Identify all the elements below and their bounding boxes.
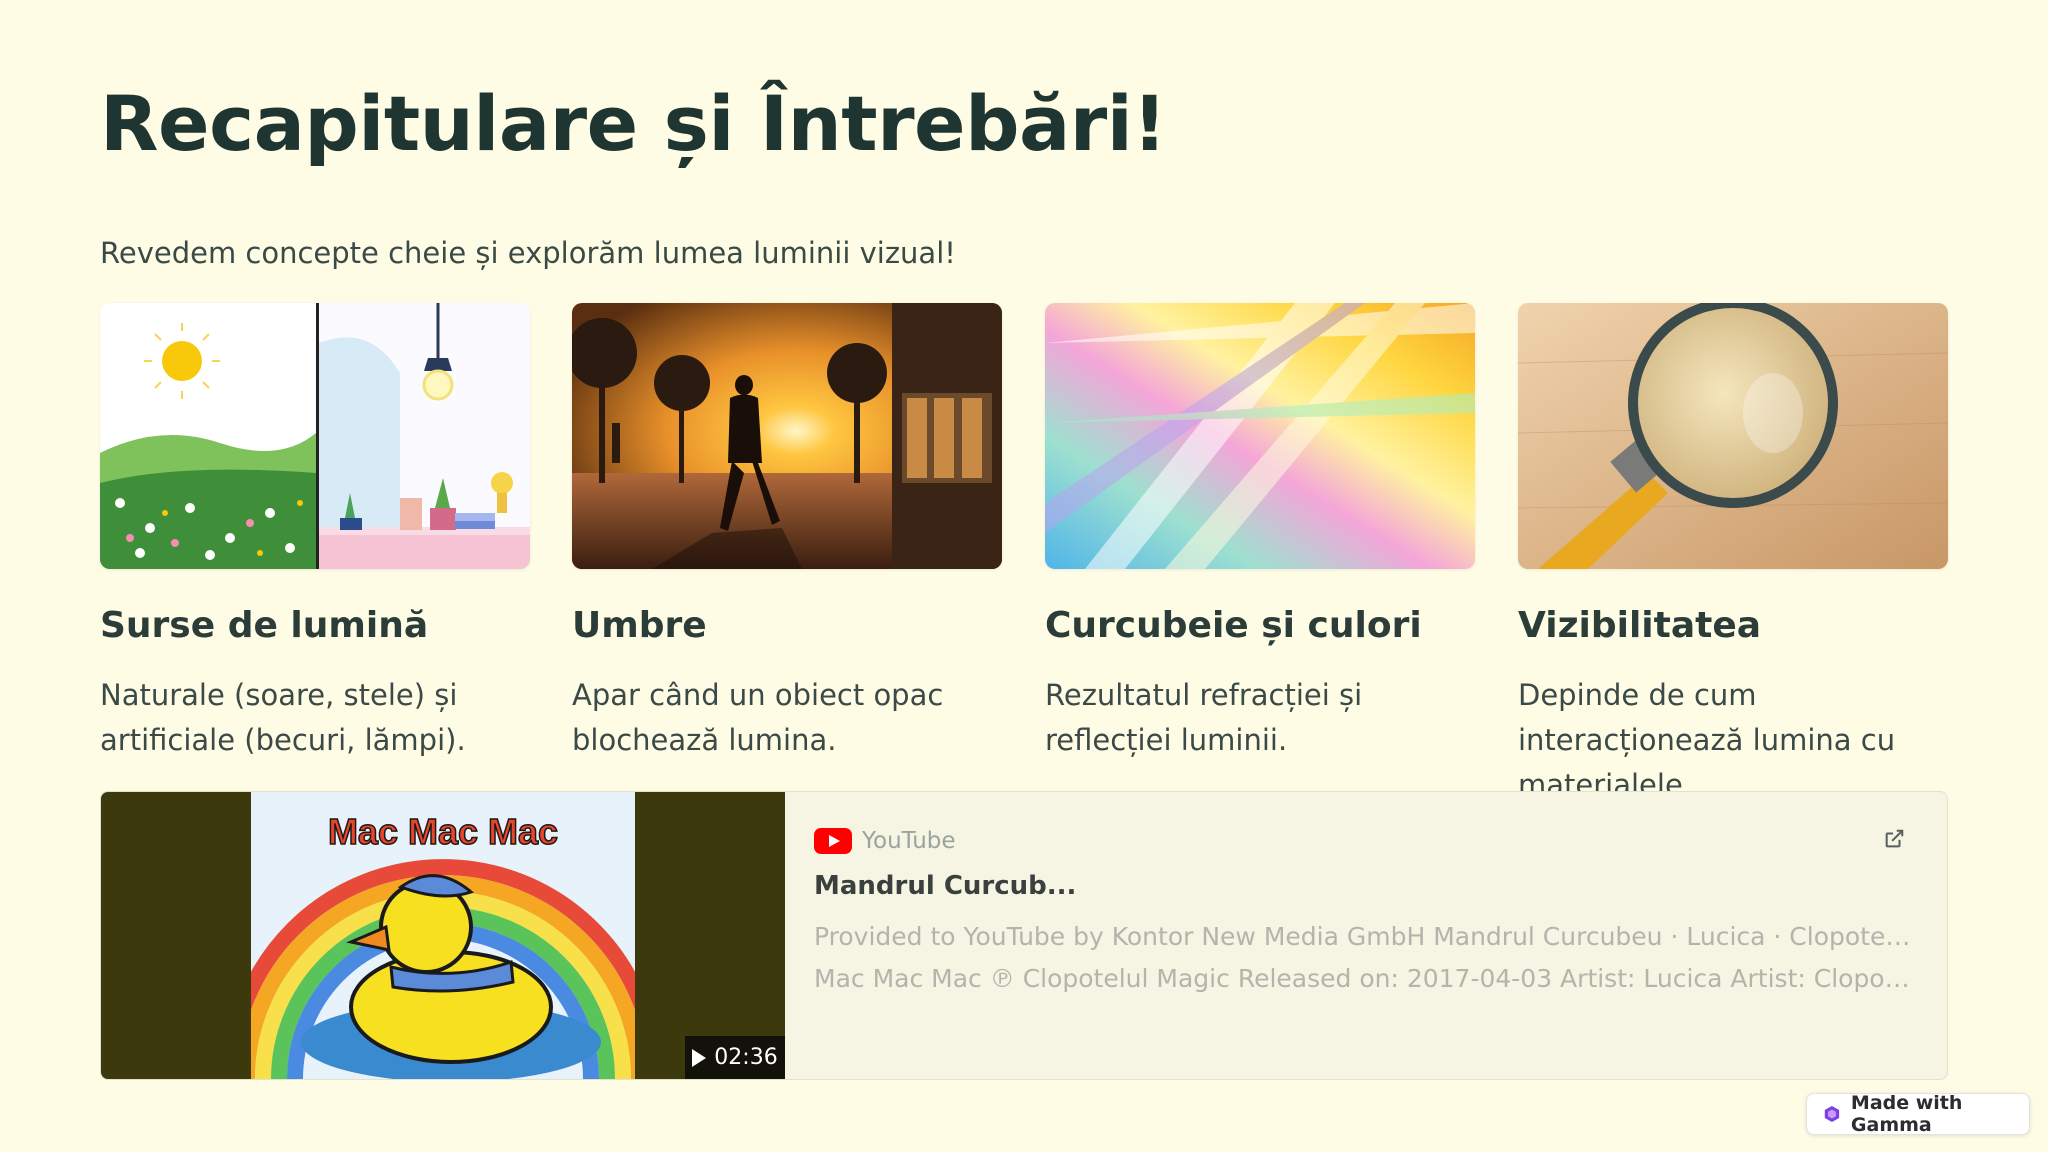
duration-text: 02:36 [714, 1045, 778, 1070]
magnifying-glass-photo [1518, 303, 1948, 569]
page-title: Recapitulare și Întrebări! [100, 79, 1167, 168]
card-visibility: Vizibilitatea Depinde de cum interacțion… [1518, 303, 1948, 802]
youtube-logo-icon [814, 828, 852, 854]
video-description-line: Mac Mac Mac ℗ Clopotelul Magic Released … [814, 964, 1914, 993]
video-description: Provided to YouTube by Kontor New Media … [814, 916, 1914, 1000]
slide: Recapitulare și Întrebări! Revedem conce… [0, 0, 2048, 1152]
card-text: Depinde de cum interacționează lumina cu… [1518, 678, 1896, 802]
thumbnail-title: Mac Mac Mac [328, 811, 558, 852]
sun-and-lamp-illustration [100, 303, 530, 569]
badge-label: Made with Gamma [1850, 1092, 1963, 1136]
card-image-rainbows [1045, 303, 1475, 569]
card-light-sources: Surse de lumină Naturale (soare, stele) … [100, 303, 530, 757]
rainbow-light-rays [1045, 303, 1475, 569]
card-heading: Vizibilitatea [1518, 605, 1762, 646]
card-heading: Curcubeie și culori [1045, 605, 1422, 646]
video-title[interactable]: Mandrul Curcub... [814, 871, 1076, 901]
gamma-logo-icon [1824, 1105, 1840, 1123]
video-thumbnail[interactable]: Mac Mac Mac 02:36 [101, 792, 785, 1079]
duck-cartoon-thumbnail: Mac Mac Mac [251, 792, 635, 1079]
made-with-gamma-badge[interactable]: Made with Gamma [1806, 1092, 2030, 1136]
card-image-shadows [572, 303, 1002, 569]
card-rainbows: Curcubeie și culori Rezultatul refracție… [1045, 303, 1475, 757]
external-link-icon[interactable] [1883, 828, 1905, 850]
embed-source-name: YouTube [862, 828, 956, 854]
card-grid: Surse de lumină Naturale (soare, stele) … [100, 303, 1948, 802]
video-description-line: Provided to YouTube by Kontor New Media … [814, 922, 1914, 951]
embed-source: YouTube [814, 828, 956, 854]
page-subtitle: Revedem concepte cheie și explorăm lumea… [100, 236, 956, 270]
card-image-visibility [1518, 303, 1948, 569]
card-heading: Umbre [572, 605, 707, 646]
play-icon [692, 1048, 707, 1067]
card-text: Rezultatul refracției și reflecției lumi… [1045, 678, 1363, 757]
video-duration: 02:36 [685, 1036, 785, 1079]
card-image-light-sources [100, 303, 530, 569]
card-heading: Surse de lumină [100, 605, 429, 646]
card-shadows: Umbre Apar când un obiect opac blochează… [572, 303, 1002, 757]
silhouette-sunset-photo [572, 303, 1002, 569]
youtube-embed-card[interactable]: Mac Mac Mac 02:36 YouTube Mandrul Curcub… [100, 791, 1948, 1080]
card-text: Naturale (soare, stele) și artificiale (… [100, 678, 466, 757]
card-text: Apar când un obiect opac blochează lumin… [572, 678, 944, 757]
